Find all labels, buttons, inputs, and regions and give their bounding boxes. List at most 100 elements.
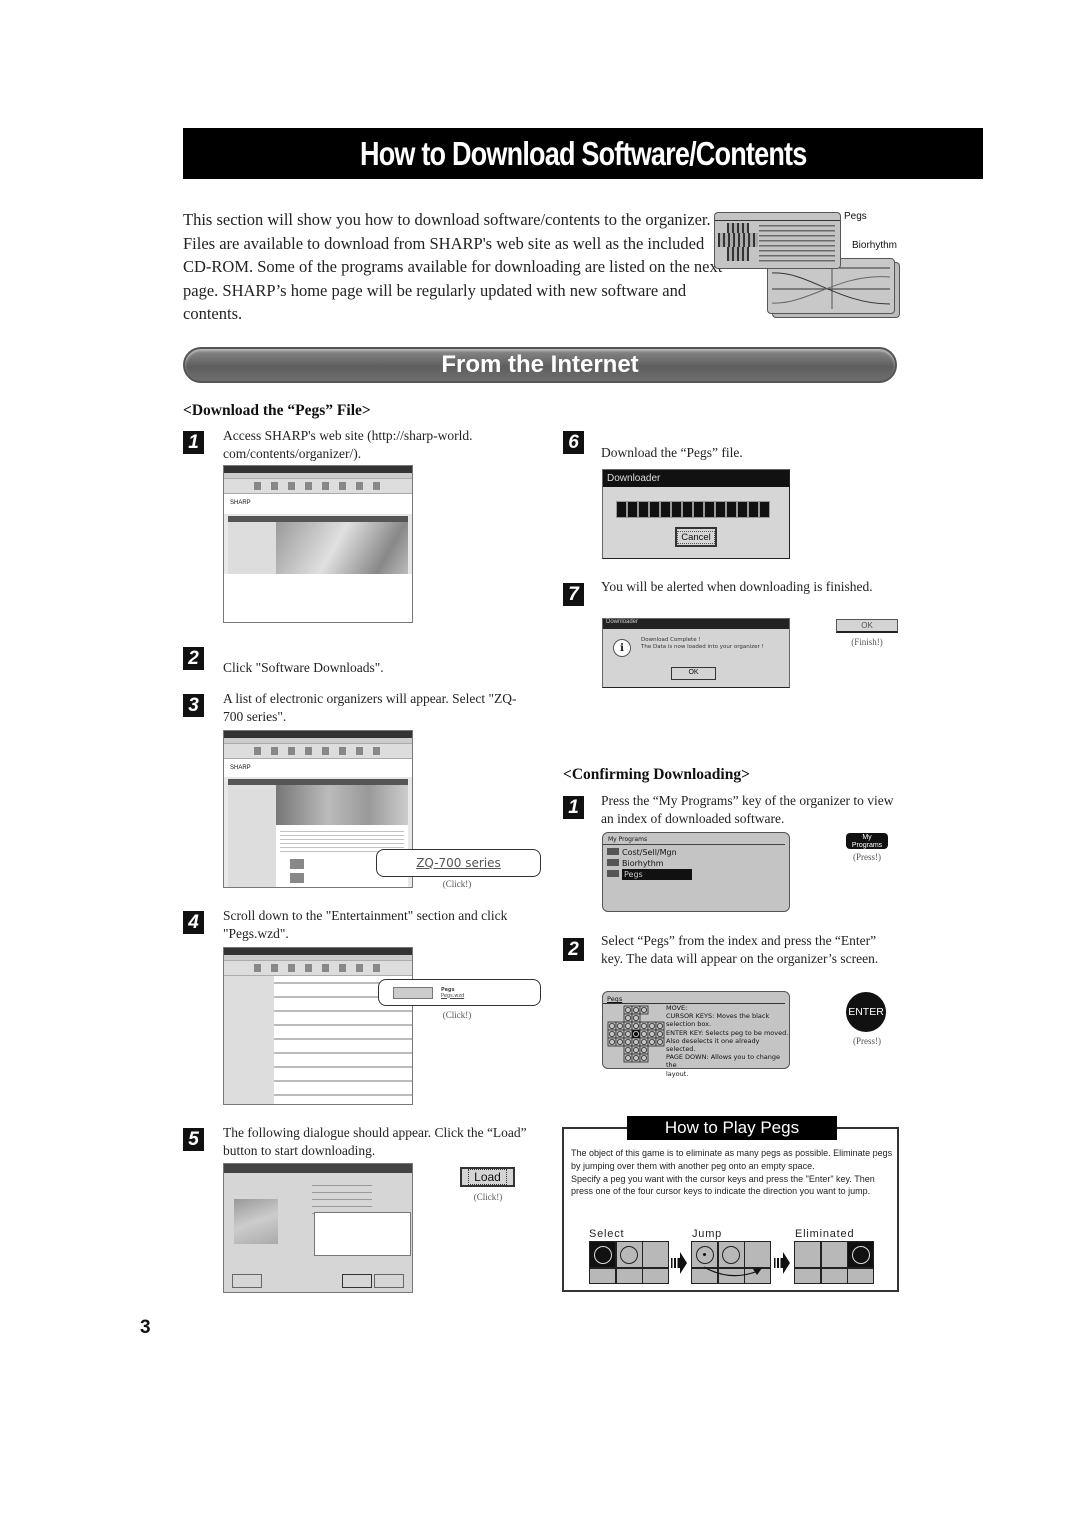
zq700-series-link[interactable]: ZQ-700 series: [376, 849, 541, 877]
pegs-thumb-label: Pegs: [844, 211, 867, 222]
download-progress-bar: [617, 502, 789, 517]
page-title-banner: How to Download Software/Contents: [183, 128, 983, 179]
load-button-label[interactable]: Load: [468, 1169, 507, 1185]
progress-block: [749, 502, 758, 517]
board-cell: [615, 1241, 643, 1268]
ok-button[interactable]: OK: [836, 619, 898, 633]
step-text: Access SHARP's web site (http://sharp-wo…: [223, 428, 473, 461]
complete-line1: Download Complete !: [641, 637, 701, 643]
select-label: Select: [589, 1228, 625, 1240]
step-text: The following dialogue should appear. Cl…: [223, 1125, 527, 1158]
board-cell: [744, 1241, 771, 1268]
pegs-wzd-link[interactable]: Pegs.wzd: [441, 993, 464, 999]
section-title: From the Internet: [441, 351, 639, 378]
cancel-button-label[interactable]: Cancel: [677, 530, 715, 544]
my-programs-screen: My Programs Cost/Sell/Mgn Biorhythm Pegs: [602, 832, 790, 912]
progress-block: [628, 502, 637, 517]
progress-block: [617, 502, 626, 517]
download-button-thumb[interactable]: [393, 986, 433, 999]
step-number: 4: [183, 911, 204, 934]
jump-label: Jump: [692, 1228, 723, 1240]
confirm-heading: <Confirming Downloading>: [563, 766, 750, 783]
board-cell: [642, 1241, 669, 1268]
biorhythm-thumb-label: Biorhythm: [852, 240, 898, 251]
progress-block: [672, 502, 681, 517]
program-item-selected[interactable]: Pegs: [607, 869, 785, 880]
eliminated-label: Eliminated: [795, 1228, 855, 1240]
arrow-right-icon: [671, 1252, 687, 1274]
board-cell: [717, 1241, 745, 1268]
progress-block: [639, 502, 648, 517]
pegs-screen-thumbnail: [714, 212, 841, 269]
board-cell: [820, 1241, 848, 1268]
peg-icon: [695, 1245, 714, 1264]
press-note: (Press!): [853, 852, 881, 862]
load-button[interactable]: Load: [460, 1167, 515, 1187]
progress-block: [727, 502, 736, 517]
page-number: 3: [140, 1317, 151, 1338]
progress-block: [650, 502, 659, 517]
progress-block: [738, 502, 747, 517]
progress-block: [705, 502, 714, 517]
jump-arc-arrow-icon: [703, 1266, 762, 1277]
progress-block: [661, 502, 670, 517]
board-cell: [589, 1267, 616, 1284]
progress-block: [694, 502, 703, 517]
step-text: Download the “Pegs” file.: [601, 445, 743, 460]
intro-paragraph: This section will show you how to downlo…: [183, 210, 723, 323]
step-number: 6: [563, 431, 584, 454]
click-note: (Click!): [473, 1192, 503, 1202]
step-text: Click "Software Downloads".: [223, 660, 384, 675]
pegs-help-line: ENTER KEY: Selects peg to be moved.: [666, 1028, 789, 1037]
click-note: (Click!): [442, 879, 472, 889]
pegs-help-line: selection box.: [666, 1020, 712, 1029]
step-text: You will be alerted when downloading is …: [601, 579, 873, 594]
pegs-download-link[interactable]: Pegs Pegs.wzd: [378, 979, 541, 1006]
board-cell: [589, 1241, 616, 1268]
progress-block: [716, 502, 725, 517]
pegs-screen-title: Pegs: [603, 992, 785, 1004]
peg-icon: [851, 1245, 870, 1264]
pegs-help-line: layout.: [666, 1069, 689, 1078]
board-cell: [820, 1267, 848, 1284]
dialog-ok-button[interactable]: OK: [671, 667, 716, 680]
how-to-play-title: How to Play Pegs: [627, 1116, 837, 1140]
step-text: Press the “My Programs” key of the organ…: [601, 793, 894, 826]
progress-block: [760, 502, 769, 517]
step-number: 1: [563, 796, 584, 819]
board-cell: [691, 1241, 718, 1268]
step-number: 2: [183, 647, 204, 670]
key-label-programs: Programs: [851, 841, 883, 849]
peg-icon: [593, 1245, 612, 1264]
finish-note: (Finish!): [851, 637, 883, 647]
program-icon: [607, 870, 619, 877]
program-icon: [607, 859, 619, 866]
click-note: (Click!): [442, 1010, 472, 1020]
board-cell: [847, 1267, 874, 1284]
cancel-button[interactable]: Cancel: [675, 527, 717, 547]
complete-dialog-title: Downloader: [603, 619, 789, 629]
zq700-link-text[interactable]: ZQ-700 series: [416, 856, 501, 870]
enter-key[interactable]: ENTER: [846, 992, 886, 1032]
press-note: (Press!): [853, 1036, 881, 1046]
section-header-from-internet: From the Internet: [183, 347, 897, 383]
board-cell: [615, 1267, 643, 1284]
step-number: 3: [183, 694, 204, 717]
program-item[interactable]: Cost/Sell/Mgn: [607, 847, 785, 858]
board-cell: [847, 1241, 874, 1268]
downloader-dialog: Downloader Cancel: [602, 469, 790, 559]
pegs-game-screen: Pegs MOVE: CURSOR KEYS: Moves the black …: [602, 991, 790, 1078]
step-text: Scroll down to the "Entertainment" secti…: [223, 908, 508, 941]
arrow-right-icon: [774, 1252, 790, 1274]
download-complete-dialog: Downloader i Download Complete ! The Dat…: [602, 618, 790, 688]
step-number: 7: [563, 583, 584, 606]
pegs-help-line: PAGE DOWN: Allows you to change the: [666, 1053, 781, 1070]
my-programs-key[interactable]: My Programs: [846, 833, 888, 849]
board-cell: [642, 1267, 669, 1284]
program-item[interactable]: Biorhythm: [607, 858, 785, 869]
howto-paragraph: The object of this game is to eliminate …: [571, 1148, 893, 1171]
progress-block: [683, 502, 692, 517]
board-cell: [794, 1241, 821, 1268]
pegs-help-line: MOVE:: [666, 1004, 688, 1012]
info-icon: i: [613, 639, 631, 657]
